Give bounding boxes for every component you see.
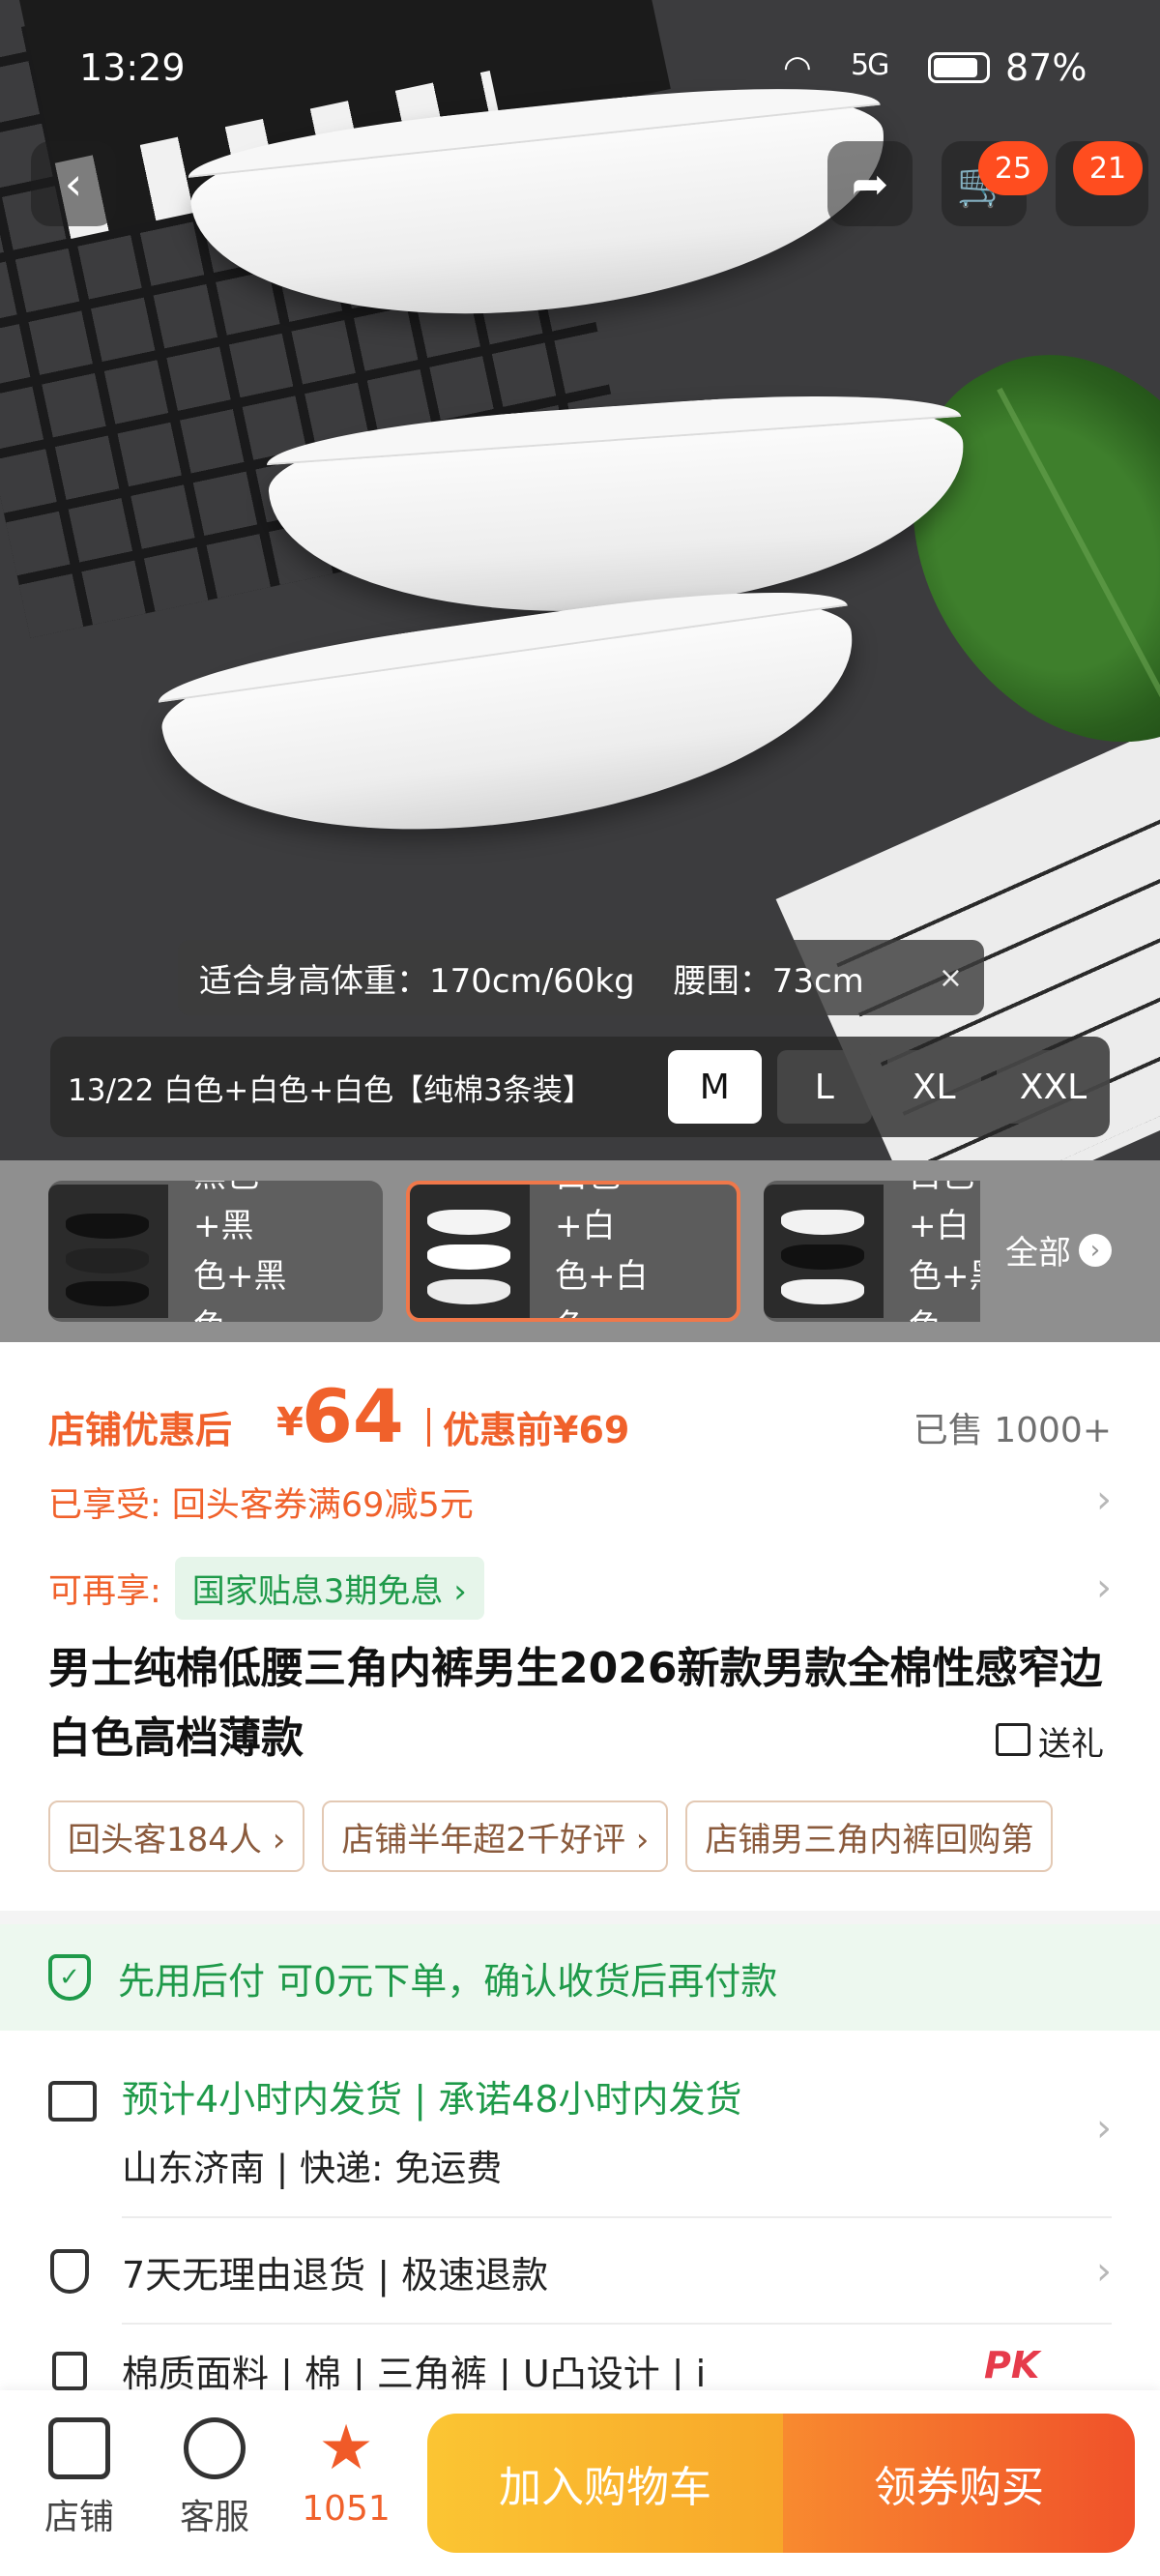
sold-count: 已售 1000+ bbox=[913, 1411, 1112, 1450]
favorite-count: 1051 bbox=[302, 2489, 391, 2529]
row-divider bbox=[122, 2323, 1112, 2325]
section-separator bbox=[0, 1911, 1160, 1924]
battery-percent: 87% bbox=[1005, 46, 1088, 89]
network-label: 5G bbox=[851, 48, 889, 82]
price-label: 店铺优惠后 bbox=[48, 1409, 233, 1451]
chevron-right-icon: › bbox=[1096, 1566, 1112, 1610]
returns-row[interactable]: 7天无理由退货 | 极速退款 › bbox=[0, 2220, 1160, 2321]
variant-thumbnail bbox=[410, 1185, 530, 1318]
fit-close-button[interactable]: × bbox=[939, 961, 963, 995]
chevron-right-icon: › bbox=[1096, 2106, 1112, 2151]
pay-later-text: 先用后付 可0元下单，确认收货后再付款 bbox=[118, 1959, 778, 2003]
size-option-xl[interactable]: XL bbox=[886, 1050, 981, 1124]
size-option-xxl[interactable]: XXL bbox=[997, 1050, 1110, 1124]
variant-thumbnail bbox=[48, 1185, 168, 1318]
sku-summary: 13/22 白色+白色+白色【纯棉3条装】 bbox=[68, 1072, 593, 1108]
shipping-promise: 预计4小时内发货 | 承诺48小时内发货 bbox=[122, 2078, 742, 2121]
view-all-variants-button[interactable]: 全部 › bbox=[1005, 1226, 1112, 1273]
service-tab[interactable]: 客服 bbox=[157, 2417, 273, 2539]
variant-label: 白色+白色+白色 bbox=[555, 1185, 649, 1318]
shipping-row[interactable]: 预计4小时内发货 | 承诺48小时内发货 山东济南 | 快递: 免运费 › bbox=[0, 2036, 1160, 2216]
original-price: 优惠前¥69 bbox=[443, 1409, 630, 1451]
chat-face-icon bbox=[184, 2417, 246, 2479]
attributes-text: 棉质面料 | 棉 | 三角裤 | U凸设计 | i bbox=[122, 2353, 707, 2395]
chip-repurchase-rank[interactable]: 店铺男三角内裤回购第 bbox=[685, 1800, 1054, 1872]
star-icon: ★ bbox=[318, 2413, 374, 2484]
chevron-left-icon: ‹ bbox=[64, 158, 83, 210]
pk-compare-button[interactable]: PK bbox=[984, 2344, 1039, 2386]
gift-button[interactable]: 送礼 bbox=[1038, 1717, 1104, 1765]
attributes-row[interactable]: 棉质面料 | 棉 | 三角裤 | U凸设计 | i PK bbox=[0, 2328, 1160, 2395]
variant-white[interactable]: 白色+白色+白色 bbox=[406, 1181, 740, 1322]
gift-icon bbox=[996, 1723, 1030, 1756]
size-selector: 13/22 白色+白色+白色【纯棉3条装】 M L XL XXL bbox=[50, 1037, 1110, 1137]
monstera-leaf-decor bbox=[851, 299, 1160, 804]
back-button[interactable]: ‹ bbox=[31, 141, 116, 226]
chip-good-reviews[interactable]: 店铺半年超2千好评 › bbox=[322, 1800, 669, 1872]
size-option-m[interactable]: M bbox=[667, 1050, 762, 1124]
fit-height-weight: 适合身高体重：170cm/60kg bbox=[199, 961, 635, 1001]
add-to-cart-button[interactable]: 加入购物车 bbox=[427, 2414, 783, 2553]
shipping-origin: 山东济南 | 快递: 免运费 bbox=[122, 2148, 503, 2189]
battery-icon bbox=[928, 52, 990, 83]
highlight-chips: 回头客184人 › 店铺半年超2千好评 › 店铺男三角内裤回购第 bbox=[48, 1800, 1112, 1874]
share-arrow-icon: ➦ bbox=[851, 158, 889, 210]
store-tab[interactable]: 店铺 bbox=[21, 2417, 137, 2539]
shield-icon bbox=[50, 2249, 89, 2294]
service-label: 客服 bbox=[179, 2498, 249, 2537]
extra-discount-label: 可再享: bbox=[48, 1571, 161, 1611]
coupon-enjoyed-text: 已享受: 回头客券满69减5元 bbox=[48, 1486, 474, 1525]
fit-waist: 腰围：73cm bbox=[673, 961, 864, 1001]
favorite-tab[interactable]: ★ 1051 bbox=[288, 2417, 404, 2529]
chevron-right-icon: › bbox=[1096, 1478, 1112, 1522]
share-button[interactable]: ➦ bbox=[827, 141, 913, 226]
extra-discount-row[interactable]: 可再享: 国家贴息3期免息 › › bbox=[48, 1549, 1112, 1626]
chevron-right-icon: › bbox=[1096, 2249, 1112, 2294]
brief-item-bottom bbox=[153, 571, 872, 870]
shield-check-icon: ✓ bbox=[48, 1954, 91, 2001]
price-value: 64 bbox=[302, 1373, 404, 1459]
size-option-l[interactable]: L bbox=[777, 1050, 872, 1124]
truck-icon bbox=[48, 2081, 97, 2122]
variant-thumbnail bbox=[764, 1185, 884, 1318]
coupon-enjoyed-row[interactable]: 已享受: 回头客券满69减5元 › bbox=[48, 1478, 1112, 1532]
chip-repeat-customers[interactable]: 回头客184人 › bbox=[48, 1800, 305, 1872]
price-currency: ¥ bbox=[276, 1400, 304, 1445]
product-title: 男士纯棉低腰三角内裤男生2026新款男款全棉性感窄边白色高档薄款 bbox=[48, 1644, 1103, 1763]
store-label: 店铺 bbox=[44, 2498, 114, 2537]
cart-count-badge: 25 bbox=[978, 141, 1048, 195]
price-row: 店铺优惠后 ¥ 64 优惠前¥69 已售 1000+ bbox=[48, 1373, 1112, 1470]
price-divider bbox=[427, 1408, 430, 1447]
chevron-right-icon: › bbox=[1079, 1233, 1112, 1267]
installment-tag[interactable]: 国家贴息3期免息 › bbox=[174, 1556, 484, 1620]
wifi-icon: ◠ bbox=[783, 48, 812, 87]
returns-text: 7天无理由退货 | 极速退款 bbox=[122, 2254, 549, 2297]
variant-black[interactable]: 黑色+黑色+黑色 bbox=[48, 1181, 383, 1322]
variant-label: 黑色+黑色+黑色 bbox=[193, 1181, 287, 1322]
status-time: 13:29 bbox=[79, 46, 186, 89]
document-icon bbox=[52, 2352, 87, 2390]
status-bar: 13:29 ◠ 5G 87% bbox=[0, 39, 1160, 106]
bottom-action-bar: 店铺 客服 ★ 1051 加入购物车 领券购买 bbox=[0, 2390, 1160, 2576]
fit-recommendation: 适合身高体重：170cm/60kg 腰围：73cm × bbox=[178, 940, 984, 1015]
buy-with-coupon-button[interactable]: 领券购买 bbox=[783, 2414, 1135, 2553]
pay-later-banner[interactable]: ✓ 先用后付 可0元下单，确认收货后再付款 bbox=[0, 1924, 1160, 2031]
message-count-badge: 21 bbox=[1073, 141, 1143, 195]
store-icon bbox=[48, 2417, 110, 2479]
row-divider bbox=[122, 2216, 1112, 2218]
